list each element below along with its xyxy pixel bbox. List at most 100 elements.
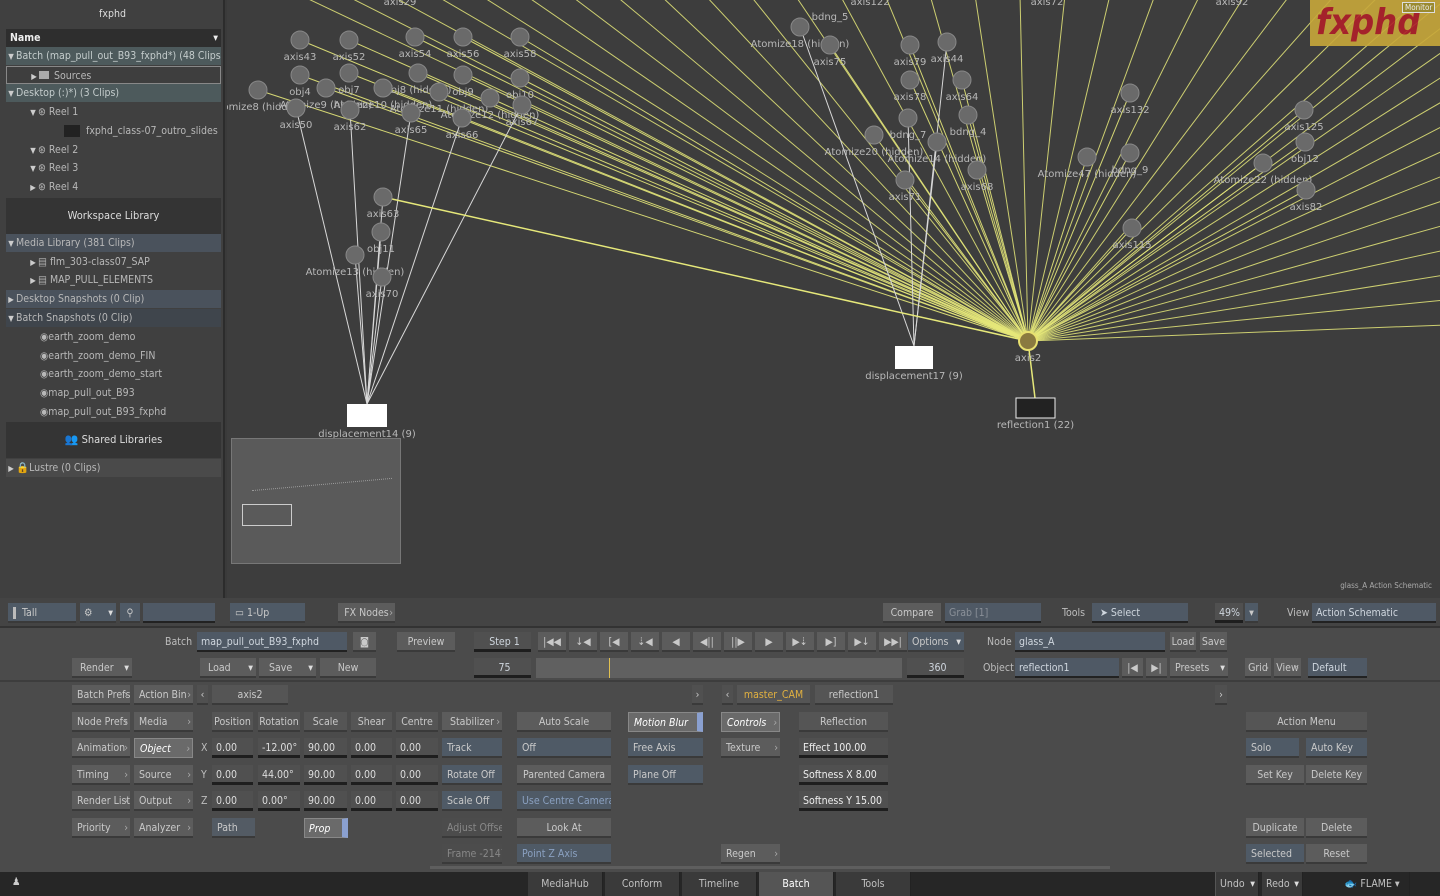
auto-key-toggle[interactable]: Auto Key — [1306, 738, 1367, 758]
view-button[interactable]: View — [1274, 658, 1301, 678]
search-icon[interactable]: ⚲ — [120, 603, 140, 623]
schematic-node-axis[interactable] — [373, 187, 393, 207]
user-icon[interactable]: ♟ — [12, 876, 20, 888]
duplicate-button[interactable]: Duplicate — [1246, 818, 1304, 838]
track-button[interactable]: Track — [442, 738, 502, 759]
schematic-node-atom[interactable] — [927, 132, 947, 152]
schematic-node-geom[interactable] — [958, 105, 978, 125]
schematic-node-axis[interactable] — [952, 70, 972, 90]
zoom-field[interactable]: 49% — [1215, 603, 1243, 623]
schematic-node-atom[interactable] — [316, 78, 336, 98]
solo-toggle[interactable]: Solo — [1246, 738, 1299, 758]
tree-item-reel-2[interactable]: ▼ ⊛ Reel 2 — [6, 141, 221, 159]
softness-y-field[interactable]: Softness Y 15.00 — [799, 791, 888, 811]
parented-camera-button[interactable]: Parented Camera — [517, 764, 611, 785]
selected-dropdown[interactable]: Selected — [1246, 844, 1304, 864]
expand-icon[interactable]: ▼ — [6, 235, 16, 252]
expand-icon[interactable]: ▼ — [6, 48, 16, 65]
tab-reflection1[interactable]: reflection1 — [815, 685, 893, 705]
schematic-node-axis[interactable] — [405, 27, 425, 47]
effect-field[interactable]: Effect 100.00 — [799, 738, 888, 758]
schematic-node-axis[interactable] — [1296, 180, 1316, 200]
prop-toggle[interactable]: Prop — [304, 818, 348, 838]
workspace-library-header[interactable]: Workspace Library — [6, 198, 221, 234]
stabilizer-button[interactable]: Stabilizer — [442, 712, 502, 732]
auto-scale-button[interactable]: Auto Scale — [517, 712, 611, 732]
schematic-node-axis[interactable] — [286, 98, 306, 118]
node-save-button[interactable]: Save — [1200, 632, 1227, 652]
shear-z-field[interactable]: 0.00 — [351, 791, 392, 811]
shear-y-field[interactable]: 0.00 — [351, 764, 392, 785]
schematic-graph[interactable]: axis43 axis52 axis54 axis56 axis58 obj4 obj7 ob… — [227, 0, 1440, 598]
one-up-button[interactable]: ▭ 1-Up — [230, 603, 305, 623]
scroll-right-arrow[interactable]: › — [692, 685, 703, 705]
tab-timeline[interactable]: Timeline — [682, 872, 757, 896]
schematic-node-axis[interactable] — [290, 30, 310, 50]
expand-icon[interactable]: ▼ — [28, 160, 38, 177]
select-tool-dropdown[interactable]: ➤ Select — [1092, 603, 1188, 623]
schematic-node-atom[interactable] — [790, 17, 810, 37]
schematic-node-axis[interactable] — [1120, 83, 1140, 103]
scroll-left-arrow[interactable]: ‹ — [197, 685, 208, 705]
scale-x-field[interactable]: 90.00 — [304, 738, 347, 758]
clip-item[interactable]: fxphd_class-07_outro_slides — [6, 122, 221, 140]
tab-conform[interactable]: Conform — [605, 872, 680, 896]
node-load-button[interactable]: Load — [1170, 632, 1196, 652]
reflection-node[interactable] — [1015, 397, 1056, 419]
presets-dropdown[interactable]: Presets — [1170, 658, 1228, 678]
snapshot-item[interactable]: ◉map_pull_out_B93 — [6, 384, 221, 402]
settings-gear-button[interactable]: ⚙ — [80, 603, 116, 623]
centre-y-field[interactable]: 0.00 — [396, 764, 438, 785]
menu-animation[interactable]: Animation — [72, 738, 130, 759]
centre-z-field[interactable]: 0.00 — [396, 791, 438, 811]
controls-button[interactable]: Controls — [721, 712, 780, 732]
schematic-node-geom[interactable] — [510, 68, 530, 88]
scroll-right-arrow[interactable]: › — [1215, 685, 1227, 705]
scale-z-field[interactable]: 90.00 — [304, 791, 347, 811]
load-button[interactable]: Load — [200, 658, 256, 678]
delete-button[interactable]: Delete — [1306, 818, 1367, 838]
schematic-node-atom[interactable] — [1077, 147, 1097, 167]
schematic-node-axis[interactable] — [452, 108, 472, 128]
motion-blur-toggle[interactable]: Motion Blur — [628, 712, 703, 732]
schematic-navigator[interactable] — [231, 438, 401, 564]
expand-icon[interactable]: ▶ — [6, 291, 16, 308]
path-toggle[interactable]: Path — [212, 818, 255, 838]
preview-button[interactable]: Preview — [397, 632, 455, 652]
schematic-node-atom[interactable] — [480, 88, 500, 108]
tree-item-reel-4[interactable]: ▶ ⊛ Reel 4 — [6, 178, 221, 196]
menu-batch-prefs[interactable]: Batch Prefs — [72, 685, 130, 705]
schematic-node-atom[interactable] — [429, 82, 449, 102]
rotate-off-button[interactable]: Rotate Off — [442, 764, 502, 785]
search-input[interactable] — [143, 603, 215, 623]
schematic-node-geom[interactable] — [1295, 132, 1315, 152]
schematic-node-geom[interactable] — [339, 63, 359, 83]
tab-batch[interactable]: Batch — [759, 872, 834, 896]
zoom-dropdown-icon[interactable]: ▾ — [1245, 603, 1258, 623]
regen-button[interactable]: Regen — [721, 844, 780, 864]
free-axis-toggle[interactable]: Free Axis — [628, 738, 703, 759]
prev-key-icon[interactable]: ↓◀ — [569, 632, 597, 652]
menu-render-list[interactable]: Render List — [72, 791, 130, 812]
expand-icon[interactable]: ▶ — [28, 272, 38, 289]
softness-x-field[interactable]: Softness X 8.00 — [799, 765, 888, 785]
snapshot-item[interactable]: ◉map_pull_out_B93_fxphd — [6, 403, 221, 421]
texture-button[interactable]: Texture — [721, 738, 780, 758]
displacement-node[interactable] — [347, 404, 387, 427]
tall-button[interactable]: Tall — [8, 603, 76, 623]
schematic-node-axis[interactable] — [510, 27, 530, 47]
tree-item-desktop-snapshots[interactable]: ▶ Desktop Snapshots (0 Clip) — [6, 290, 221, 308]
menu-timing[interactable]: Timing — [72, 764, 130, 785]
use-centre-camera-button[interactable]: Use Centre Camera — [517, 791, 611, 812]
position-z-field[interactable]: 0.00 — [212, 791, 253, 811]
tab-tools[interactable]: Tools — [836, 872, 911, 896]
grid-button[interactable]: Grid — [1245, 658, 1271, 678]
new-button[interactable]: New — [320, 658, 376, 678]
expand-icon[interactable]: ▼ — [6, 310, 16, 327]
rotation-y-field[interactable]: 44.00° — [258, 764, 300, 785]
tab-axis2[interactable]: axis2 — [212, 685, 288, 705]
sort-dropdown-icon[interactable]: ▾ — [213, 29, 218, 47]
camera-snapshot-icon[interactable]: ◙ — [353, 632, 376, 652]
position-y-field[interactable]: 0.00 — [212, 764, 253, 785]
scale-off-button[interactable]: Scale Off — [442, 791, 502, 812]
